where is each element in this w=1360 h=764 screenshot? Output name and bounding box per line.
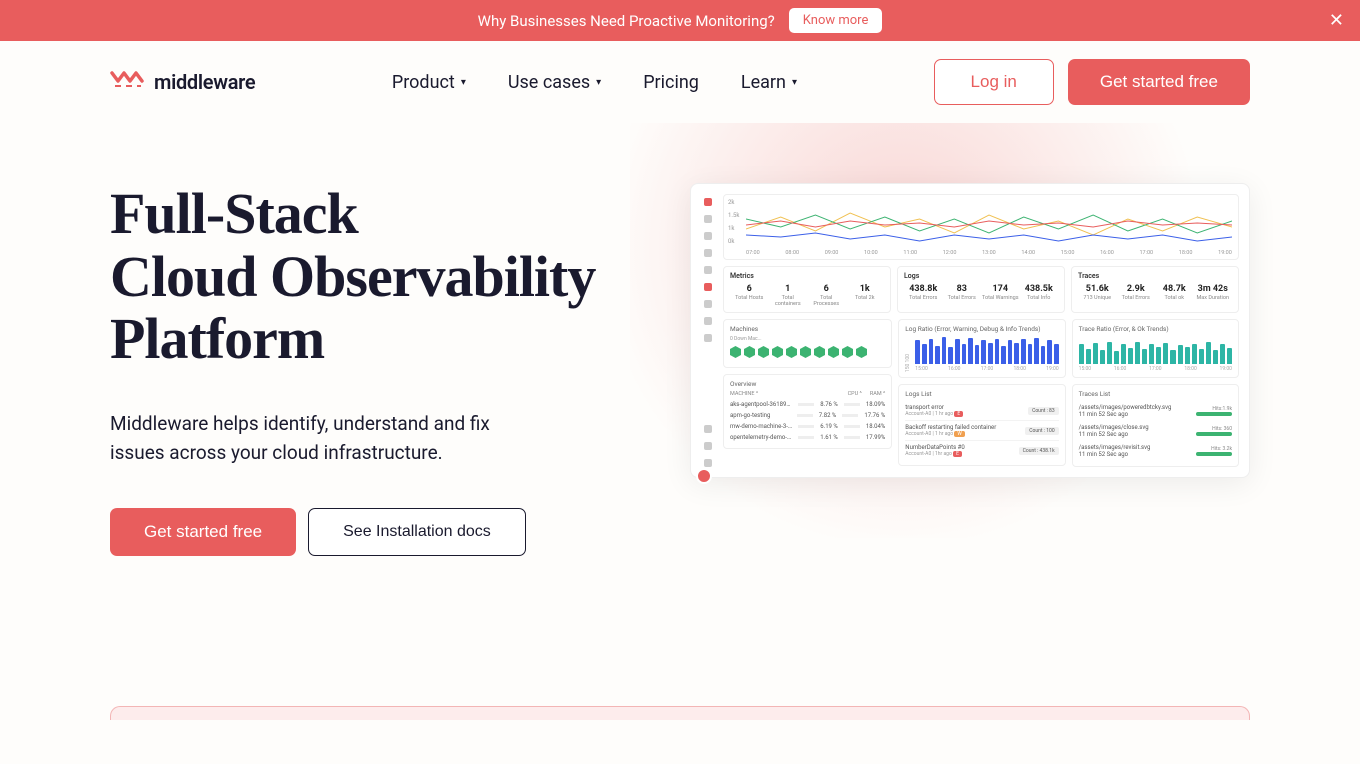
hero-title: Full-Stack Cloud Observability Platform — [110, 183, 650, 371]
hero-left: Full-Stack Cloud Observability Platform … — [110, 183, 650, 556]
chevron-down-icon: ▾ — [461, 77, 466, 88]
traces-list-card: Traces List /assets/images/poweredbtcky.… — [1072, 384, 1239, 467]
traces-summary-card: Traces 51.6k713 Unique2.9kTotal Errors48… — [1071, 266, 1239, 313]
log-ratio-card: Log Ratio (Error, Warning, Debug & Info … — [898, 319, 1065, 378]
nav-use-cases[interactable]: Use cases▾ — [508, 72, 601, 93]
chevron-down-icon: ▾ — [792, 77, 797, 88]
close-icon[interactable]: ✕ — [1329, 10, 1344, 31]
sidebar-icon — [704, 249, 712, 257]
sidebar-icon — [704, 442, 712, 450]
nav-pricing[interactable]: Pricing — [643, 72, 699, 93]
machines-card: Machines 0 Down Mac... — [723, 319, 892, 368]
next-section-peek — [110, 706, 1250, 720]
brand-logo[interactable]: middleware — [110, 69, 255, 95]
sidebar-icon — [704, 300, 712, 308]
brand-name: middleware — [154, 70, 255, 94]
sidebar-icon-active — [704, 283, 712, 291]
dashboard-line-chart: 2k 1.5k 1k 0k 07:0008:0009:0010:0011:001… — [723, 194, 1239, 260]
hero-cta-row: Get started free See Installation docs — [110, 508, 650, 556]
header-actions: Log in Get started free — [934, 59, 1250, 105]
chevron-down-icon: ▾ — [596, 77, 601, 88]
sidebar-icon — [704, 266, 712, 274]
login-button[interactable]: Log in — [934, 59, 1054, 105]
promo-banner: Why Businesses Need Proactive Monitoring… — [0, 0, 1360, 41]
dashboard-sidebar — [701, 194, 715, 467]
logo-icon — [110, 69, 146, 95]
sidebar-icon — [704, 334, 712, 342]
sidebar-icon — [704, 317, 712, 325]
hero-dashboard-preview: 2k 1.5k 1k 0k 07:0008:0009:0010:0011:001… — [690, 183, 1250, 478]
see-docs-button[interactable]: See Installation docs — [308, 508, 526, 556]
dashboard-mock: 2k 1.5k 1k 0k 07:0008:0009:0010:0011:001… — [690, 183, 1250, 478]
main-nav: Product▾ Use cases▾ Pricing Learn▾ — [392, 72, 797, 93]
banner-text: Why Businesses Need Proactive Monitoring… — [478, 12, 775, 30]
hero-section: Full-Stack Cloud Observability Platform … — [0, 123, 1360, 636]
site-header: middleware Product▾ Use cases▾ Pricing L… — [0, 41, 1360, 123]
metrics-summary-card: Metrics 6Total Hosts1Total containers6To… — [723, 266, 891, 313]
overview-card: Overview MACHINE ^ CPU ^ RAM ^ aks-agent… — [723, 374, 892, 449]
nav-learn[interactable]: Learn▾ — [741, 72, 797, 93]
demo-badge-icon — [696, 468, 712, 484]
nav-product[interactable]: Product▾ — [392, 72, 466, 93]
sidebar-icon — [704, 215, 712, 223]
hero-description: Middleware helps identify, understand an… — [110, 409, 490, 468]
get-started-hero-button[interactable]: Get started free — [110, 508, 296, 556]
trace-ratio-card: Trace Ratio (Error, & Ok Trends) 15:0016… — [1072, 319, 1239, 378]
know-more-button[interactable]: Know more — [789, 8, 883, 33]
get-started-header-button[interactable]: Get started free — [1068, 59, 1250, 105]
dashboard-logo-icon — [704, 198, 712, 206]
sidebar-icon — [704, 459, 712, 467]
sidebar-icon — [704, 425, 712, 433]
logs-list-card: Logs List transport errorAccount-A0 | 1 … — [898, 384, 1065, 466]
sidebar-icon — [704, 232, 712, 240]
logs-summary-card: Logs 438.8kTotal Errors83Total Errors174… — [897, 266, 1065, 313]
